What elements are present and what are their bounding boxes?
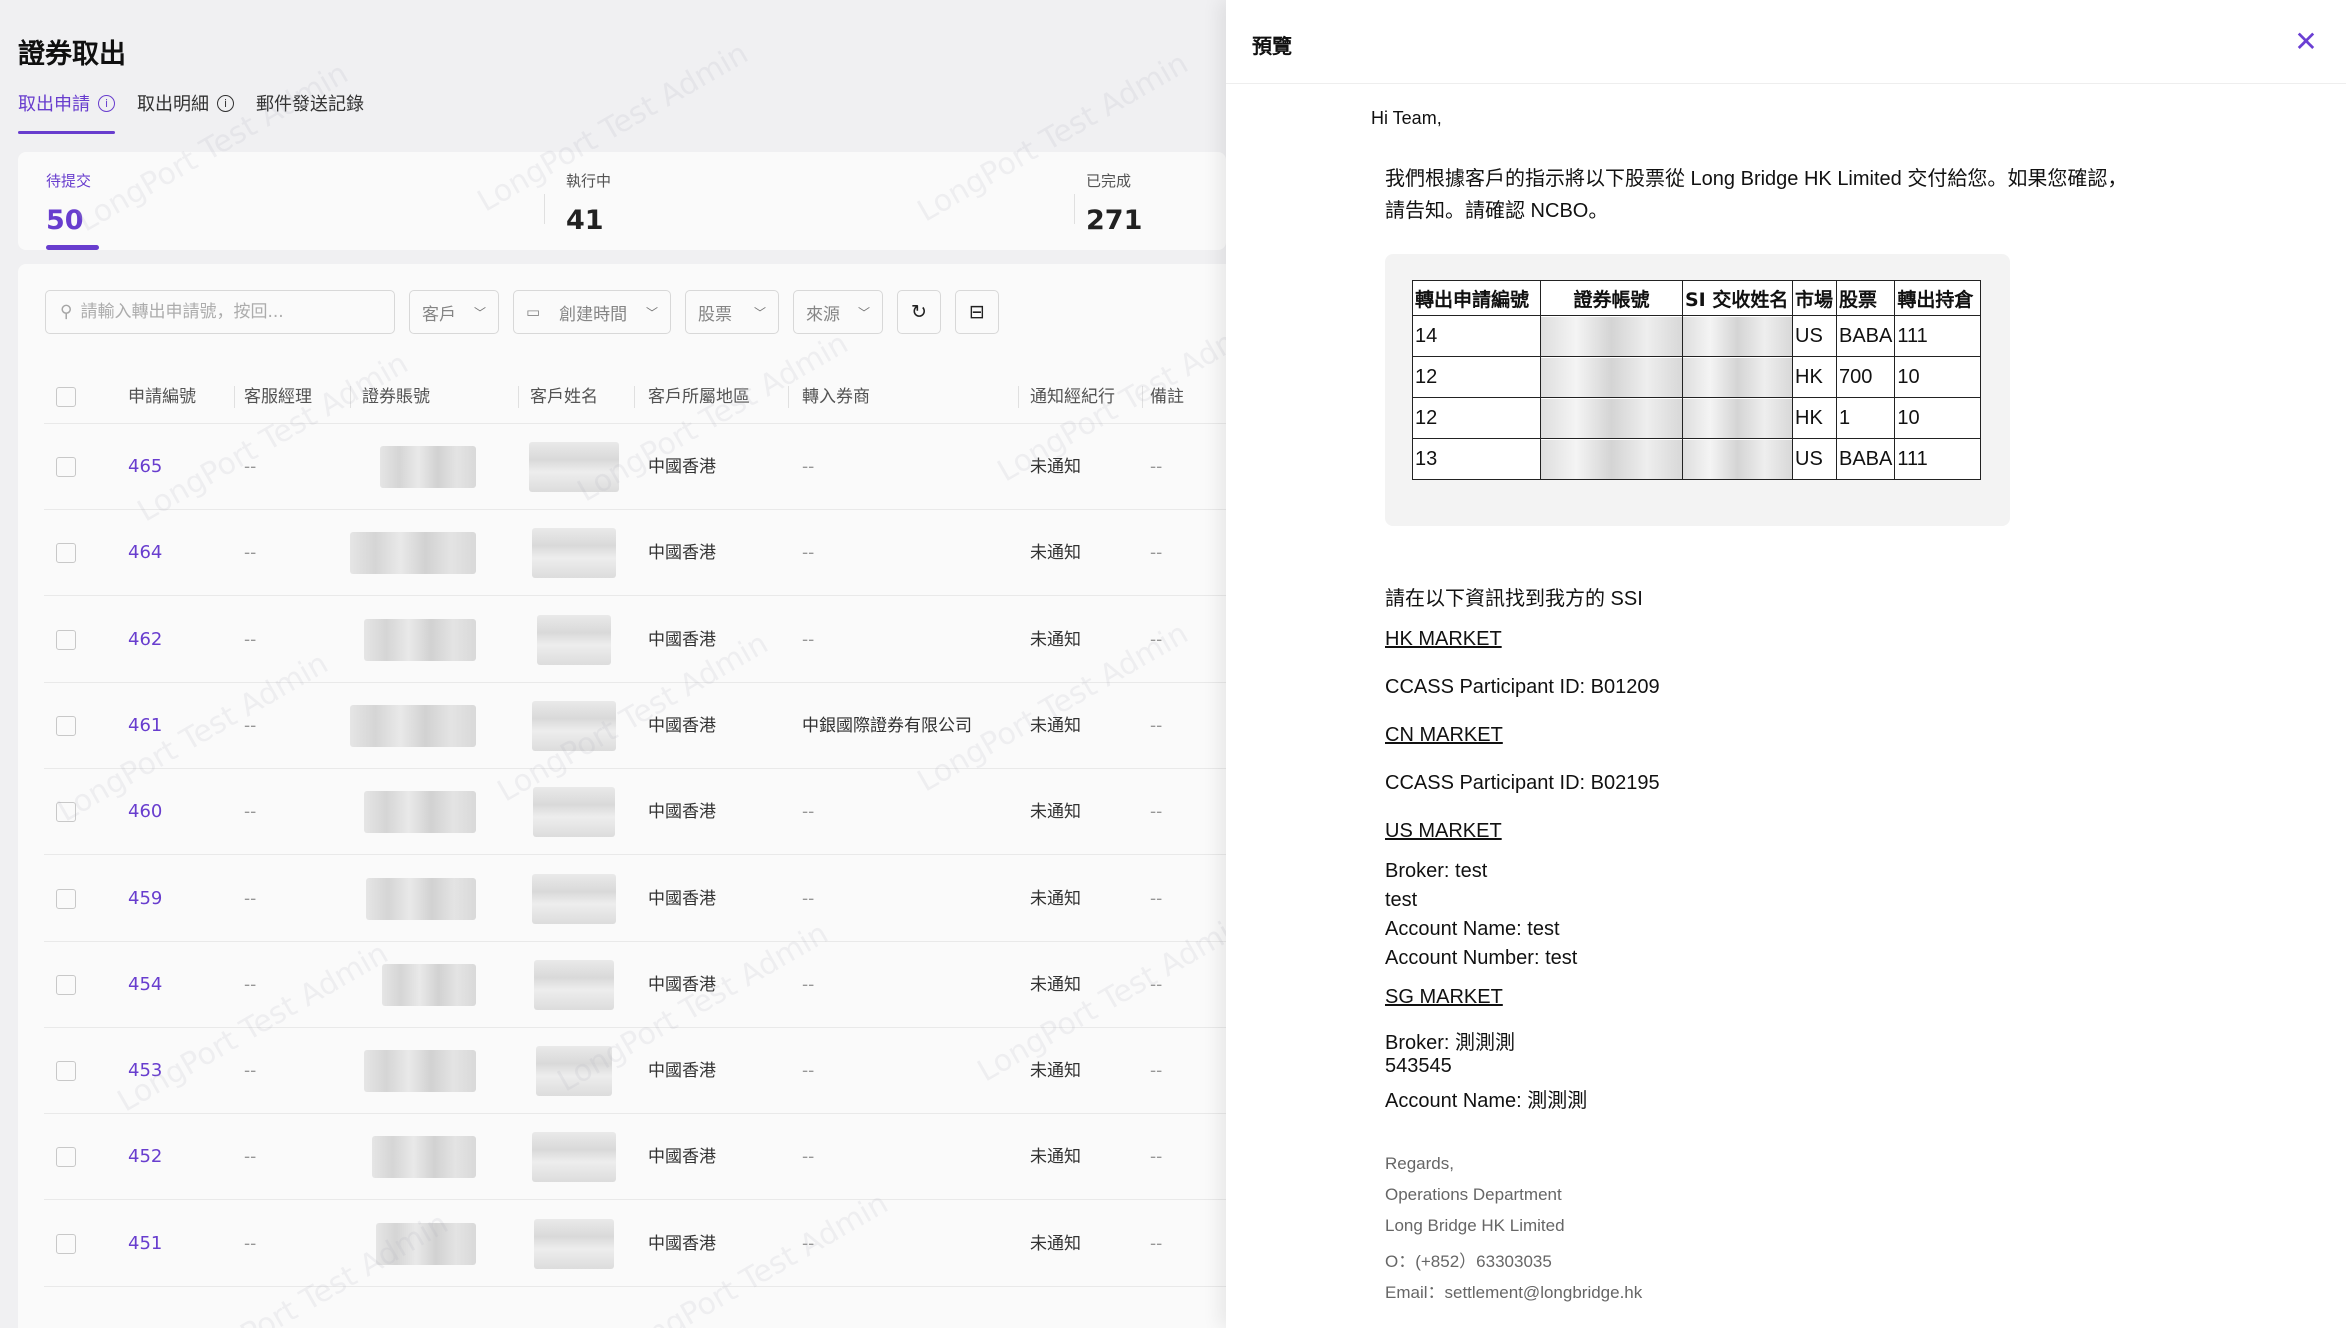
transfer-row: 12 HK 700 10: [1412, 356, 1982, 398]
sg-market-link[interactable]: SG MARKET: [1385, 986, 1503, 1009]
market-cell: US: [1792, 438, 1837, 480]
signature-regards: Regards,: [1385, 1154, 1454, 1173]
cn-ccass-id: CCASS Participant ID: B02195: [1385, 772, 1660, 794]
email-greeting: Hi Team,: [1371, 108, 1442, 128]
signature-company: Long Bridge HK Limited: [1385, 1216, 1565, 1235]
transfer-row: 14 US BABA 111: [1412, 315, 1982, 357]
sg-line: 543545: [1385, 1055, 1452, 1077]
main-app: 證券取出 取出申請 i 取出明細 i 郵件發送記錄 待提交 50 執行中 41 …: [0, 0, 1226, 1328]
quantity-cell: 111: [1894, 315, 1982, 357]
transfer-row: 12 HK 1 10: [1412, 397, 1982, 439]
drawer-title: 預覽: [1252, 34, 1292, 58]
email-intro: 我們根據客戶的指示將以下股票從 Long Bridge HK Limited 交…: [1385, 163, 2205, 227]
us-market-link[interactable]: US MARKET: [1385, 820, 1502, 843]
preview-drawer: 預覽 ✕ Hi Team, 我們根據客戶的指示將以下股票從 Long Bridg…: [1226, 0, 2346, 1328]
masked-name: [1683, 357, 1792, 397]
quantity-cell: 10: [1894, 397, 1982, 439]
transfer-table-body: 14 US BABA 111 12 HK 700 10 12 HK 1 10 13 US BABA 111: [1412, 315, 1982, 480]
masked-name: [1683, 398, 1792, 438]
table-header-row: 轉出申請編號 證券帳號 SI 交收姓名 市場 股票 轉出持倉: [1412, 280, 1982, 316]
column-header: SI 交收姓名: [1682, 280, 1793, 316]
transfer-table: 轉出申請編號 證券帳號 SI 交收姓名 市場 股票 轉出持倉 14 US BABA 1…: [1412, 280, 1982, 480]
stock-cell: BABA: [1835, 315, 1896, 357]
market-cell: HK: [1792, 356, 1837, 398]
masked-account: [1541, 398, 1682, 438]
signature-department: Operations Department: [1385, 1185, 1562, 1204]
transfer-id-cell: 13: [1412, 438, 1541, 480]
intro-line: 我們根據客戶的指示將以下股票從 Long Bridge HK Limited 交…: [1385, 168, 2128, 190]
transfer-id-cell: 12: [1412, 356, 1541, 398]
hk-market-link[interactable]: HK MARKET: [1385, 628, 1502, 651]
transfer-id-cell: 12: [1412, 397, 1541, 439]
masked-account: [1541, 357, 1682, 397]
signature-email: Email：settlement@longbridge.hk: [1385, 1283, 1643, 1302]
signature-phone: O：(+852）63303035: [1385, 1252, 1552, 1271]
stock-cell: 1: [1835, 397, 1896, 439]
drawer-mask[interactable]: [0, 0, 1226, 1328]
masked-name: [1683, 439, 1792, 479]
stock-cell: BABA: [1835, 438, 1896, 480]
hk-ccass-id: CCASS Participant ID: B01209: [1385, 676, 1660, 698]
sg-account-name: Account Name: 測測測: [1385, 1090, 1588, 1112]
sg-broker: Broker: 測測測: [1385, 1032, 1516, 1054]
transfer-table-box: 轉出申請編號 證券帳號 SI 交收姓名 市場 股票 轉出持倉 14 US BABA 1…: [1385, 254, 2010, 526]
close-icon[interactable]: ✕: [2290, 26, 2322, 58]
quantity-cell: 111: [1894, 438, 1982, 480]
column-header: 轉出申請編號: [1412, 280, 1541, 316]
stock-cell: 700: [1835, 356, 1896, 398]
us-broker: Broker: test: [1385, 860, 1488, 882]
us-account-name: Account Name: test: [1385, 918, 1560, 940]
quantity-cell: 10: [1894, 356, 1982, 398]
column-header: 市場: [1792, 280, 1837, 316]
us-account-number: Account Number: test: [1385, 947, 1578, 969]
masked-account: [1541, 439, 1682, 479]
intro-line: 請告知。請確認 NCBO。: [1385, 200, 1609, 222]
ssi-title: 請在以下資訊找到我方的 SSI: [1385, 588, 1643, 610]
transfer-id-cell: 14: [1412, 315, 1541, 357]
market-cell: HK: [1792, 397, 1837, 439]
us-line: test: [1385, 889, 1418, 911]
column-header: 股票: [1835, 280, 1896, 316]
masked-account: [1541, 316, 1682, 356]
masked-name: [1683, 316, 1792, 356]
drawer-header: 預覽 ✕: [1226, 0, 2346, 84]
column-header: 證券帳號: [1540, 280, 1683, 316]
market-cell: US: [1792, 315, 1837, 357]
cn-market-link[interactable]: CN MARKET: [1385, 724, 1503, 747]
transfer-row: 13 US BABA 111: [1412, 438, 1982, 480]
column-header: 轉出持倉: [1894, 280, 1982, 316]
